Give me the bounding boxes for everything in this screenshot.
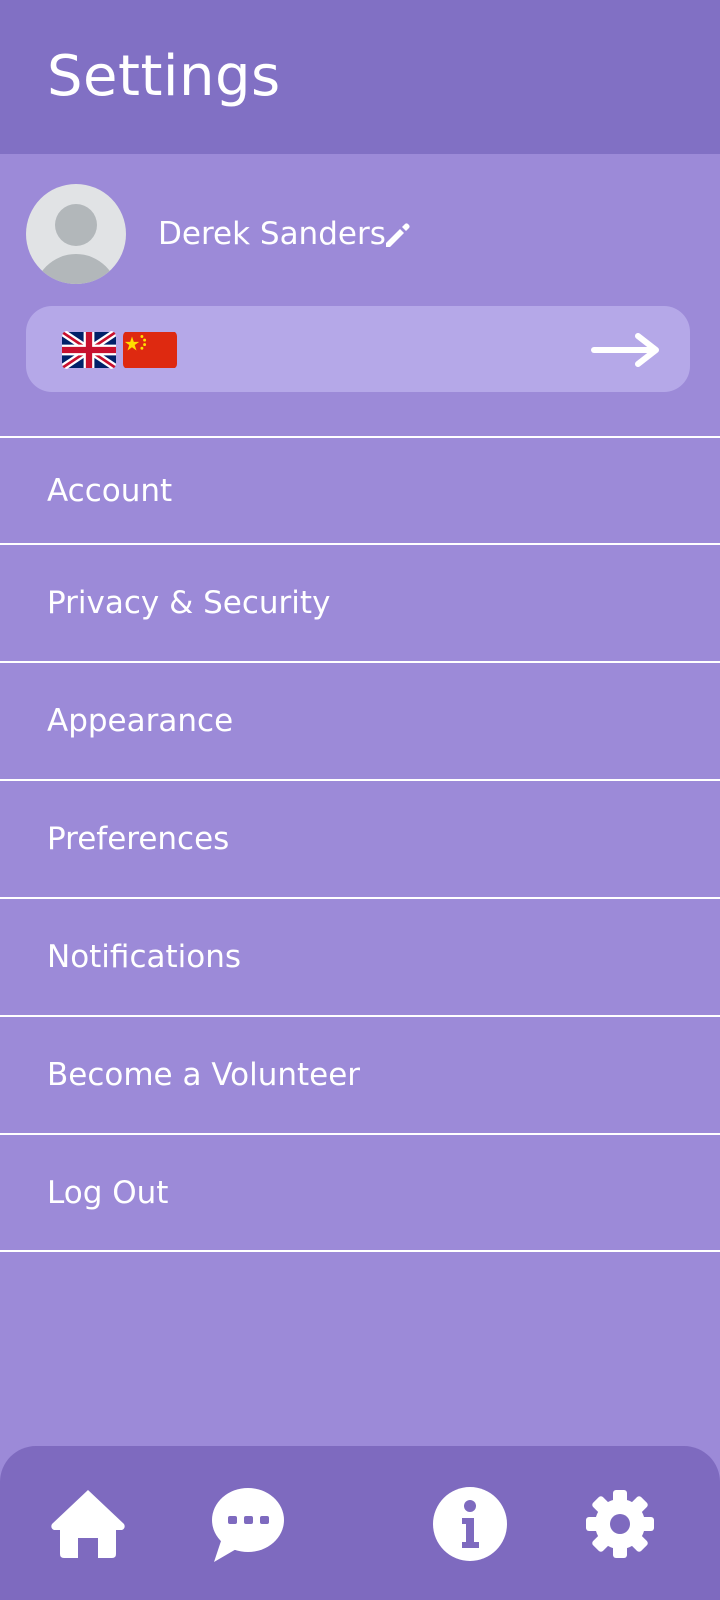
menu-item-log-out[interactable]: Log Out <box>0 1133 720 1252</box>
menu-item-label: Become a Volunteer <box>47 1057 361 1093</box>
info-icon[interactable] <box>430 1484 510 1564</box>
settings-menu: Account Privacy & Security Appearance Pr… <box>0 436 720 1252</box>
arrow-right-icon[interactable] <box>590 330 662 370</box>
menu-item-privacy-security[interactable]: Privacy & Security <box>0 543 720 661</box>
avatar-body-shape <box>34 254 118 284</box>
home-icon[interactable] <box>48 1484 128 1564</box>
menu-item-label: Log Out <box>47 1174 169 1211</box>
bottom-navigation <box>0 1446 720 1600</box>
china-flag-icon <box>123 332 177 368</box>
menu-item-preferences[interactable]: Preferences <box>0 779 720 897</box>
pencil-edit-icon[interactable] <box>382 219 414 251</box>
menu-item-notifications[interactable]: Notifications <box>0 897 720 1015</box>
menu-item-label: Notifications <box>47 939 242 975</box>
menu-item-label: Account <box>47 472 173 509</box>
menu-item-become-volunteer[interactable]: Become a Volunteer <box>0 1015 720 1133</box>
page-title: Settings <box>47 44 281 109</box>
menu-item-label: Appearance <box>47 703 234 739</box>
chat-bubble-icon[interactable] <box>208 1484 288 1564</box>
settings-gear-icon[interactable] <box>580 1484 660 1564</box>
menu-item-account[interactable]: Account <box>0 436 720 543</box>
language-selector[interactable] <box>26 306 690 392</box>
header-bar: Settings <box>0 0 720 154</box>
menu-item-label: Privacy & Security <box>47 585 331 621</box>
menu-item-label: Preferences <box>47 821 230 857</box>
avatar[interactable] <box>26 184 126 284</box>
menu-item-appearance[interactable]: Appearance <box>0 661 720 779</box>
profile-section: Derek Sanders <box>0 154 720 436</box>
avatar-head-shape <box>55 204 97 246</box>
uk-flag-icon <box>62 331 116 369</box>
user-name: Derek Sanders <box>158 216 386 252</box>
